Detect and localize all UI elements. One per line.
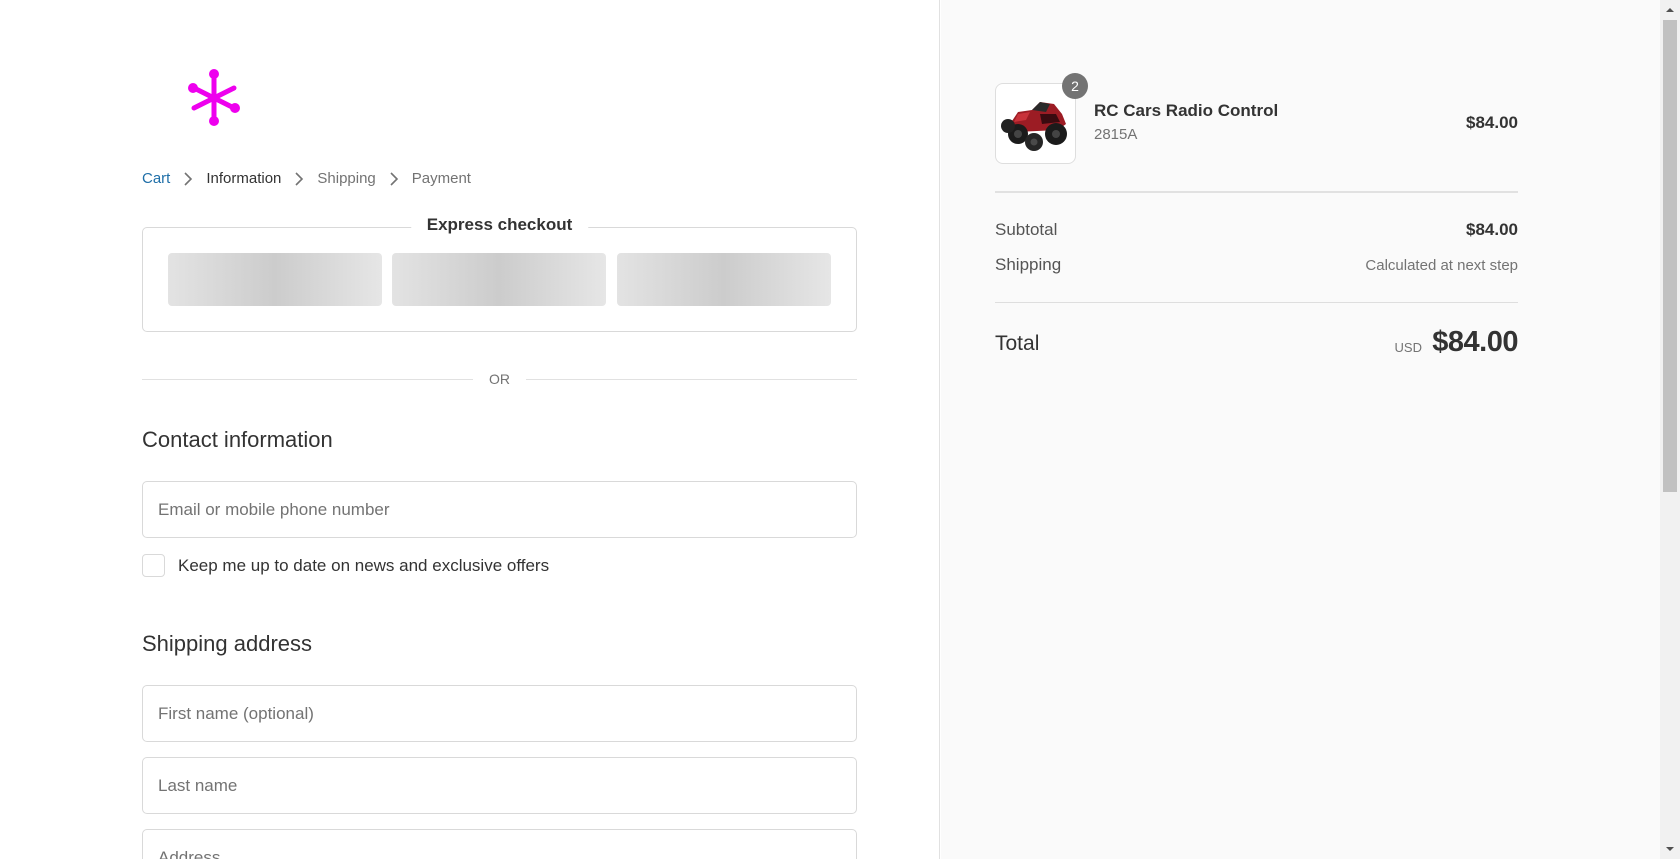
- breadcrumb-payment: Payment: [411, 170, 471, 187]
- checkout-main: Cart Information Shipping Payment Expres…: [0, 0, 940, 859]
- breadcrumb-shipping: Shipping: [317, 170, 376, 187]
- order-summary: 2 RC Cars Radio Control 2815A $84.00 Sub…: [941, 0, 1660, 859]
- express-checkout-box: Express checkout: [142, 215, 857, 332]
- breadcrumb-cart[interactable]: Cart: [142, 169, 170, 189]
- total-amount: $84.00: [1432, 326, 1518, 358]
- newsletter-checkbox[interactable]: [142, 554, 165, 577]
- contact-information-title: Contact information: [142, 427, 333, 452]
- newsletter-option[interactable]: Keep me up to date on news and exclusive…: [142, 554, 549, 577]
- first-name-field[interactable]: [142, 685, 857, 742]
- summary-divider: [995, 191, 1518, 193]
- scrollbar-thumb[interactable]: [1663, 20, 1677, 492]
- chevron-right-icon: [184, 172, 193, 186]
- checkout-page: Cart Information Shipping Payment Expres…: [0, 0, 1680, 859]
- quantity-badge: 2: [1062, 73, 1088, 99]
- breadcrumb-information: Information: [206, 170, 282, 187]
- subtotal-value: $84.00: [1466, 220, 1518, 239]
- product-price: $84.00: [1466, 113, 1518, 132]
- address-field[interactable]: [142, 829, 857, 859]
- rc-car-image-icon: [1001, 102, 1067, 151]
- shipping-label: Shipping: [995, 255, 1062, 274]
- express-pay-button-2[interactable]: [392, 253, 606, 306]
- product-variant: 2815A: [1094, 126, 1138, 143]
- email-field[interactable]: [142, 481, 857, 538]
- scroll-up-arrow-icon[interactable]: [1665, 5, 1675, 15]
- chevron-right-icon: [390, 172, 398, 186]
- or-divider: OR: [142, 369, 857, 389]
- express-checkout-title: Express checkout: [410, 215, 589, 235]
- chevron-right-icon: [295, 172, 304, 186]
- total-label: Total: [995, 332, 1040, 355]
- total-divider: [995, 302, 1518, 303]
- line-item: 2 RC Cars Radio Control 2815A $84.00: [995, 73, 1518, 164]
- shipping-address-title: Shipping address: [142, 631, 313, 656]
- express-pay-button-1[interactable]: [168, 253, 382, 306]
- last-name-field[interactable]: [142, 757, 857, 814]
- or-line-right: [526, 379, 857, 380]
- subtotal-label: Subtotal: [995, 220, 1058, 239]
- express-pay-button-3[interactable]: [617, 253, 831, 306]
- newsletter-label[interactable]: Keep me up to date on news and exclusive…: [178, 556, 549, 576]
- scroll-down-arrow-icon[interactable]: [1665, 844, 1675, 854]
- shipping-value: Calculated at next step: [1365, 257, 1518, 274]
- total-currency: USD: [1394, 340, 1422, 355]
- store-logo-icon[interactable]: [186, 68, 242, 128]
- page-scrollbar[interactable]: [1660, 0, 1680, 859]
- shipping-row: Shipping Calculated at next step: [995, 255, 1518, 279]
- product-name: RC Cars Radio Control: [1094, 101, 1279, 120]
- subtotal-row: Subtotal $84.00: [995, 220, 1518, 244]
- product-thumbnail: 2: [995, 73, 1088, 164]
- breadcrumb: Cart Information Shipping Payment: [142, 169, 471, 189]
- total-row: Total USD $84.00: [995, 326, 1518, 364]
